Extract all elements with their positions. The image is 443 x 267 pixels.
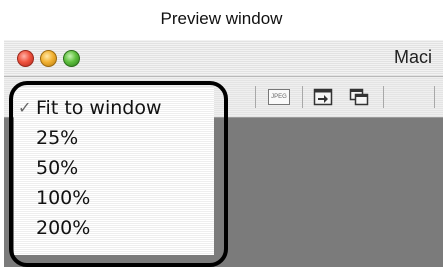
menu-item-50-percent[interactable]: 50%	[14, 154, 214, 182]
window-title: Maci	[394, 47, 433, 67]
zoom-window-button[interactable]	[63, 50, 80, 67]
next-page-button[interactable]	[310, 87, 336, 107]
menu-item-100-percent[interactable]: 100%	[14, 184, 214, 212]
minimize-window-button[interactable]	[40, 50, 57, 67]
toolbar-separator	[255, 86, 256, 108]
toolbar-separator	[302, 86, 303, 108]
toolbar-separator	[434, 86, 435, 108]
preview-window: Maci JPEG ✓ Fit to window 25% 50% 100% 2…	[4, 40, 443, 267]
close-window-button[interactable]	[17, 50, 34, 67]
menu-item-label: 200%	[36, 217, 91, 239]
menu-item-label: Fit to window	[36, 97, 162, 119]
zoom-dropdown-menu: ✓ Fit to window 25% 50% 100% 200%	[14, 88, 214, 255]
figure-caption: Preview window	[160, 9, 283, 28]
menu-item-200-percent[interactable]: 200%	[14, 214, 214, 242]
multiple-pages-button[interactable]	[346, 87, 372, 107]
toolbar-separator	[383, 86, 384, 108]
menu-item-label: 100%	[36, 187, 91, 209]
menu-item-fit-to-window[interactable]: ✓ Fit to window	[14, 94, 214, 122]
title-bar[interactable]: Maci	[4, 40, 443, 77]
arrow-page-icon	[313, 88, 333, 106]
menu-item-label: 25%	[36, 127, 79, 149]
stacked-windows-icon	[349, 88, 369, 106]
jpeg-export-button[interactable]: JPEG	[265, 87, 293, 107]
checkmark-icon: ✓	[18, 98, 32, 117]
menu-item-label: 50%	[36, 157, 79, 179]
jpeg-icon: JPEG	[268, 89, 290, 105]
menu-item-25-percent[interactable]: 25%	[14, 124, 214, 152]
